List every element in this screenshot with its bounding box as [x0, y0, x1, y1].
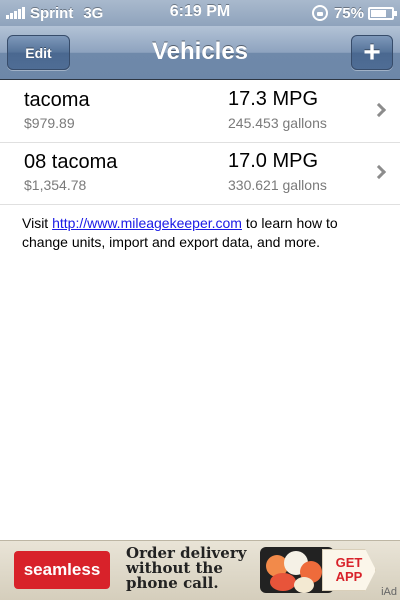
ad-brand-logo: seamless — [14, 551, 110, 589]
battery-percent: 75% — [333, 4, 364, 22]
add-vehicle-button[interactable]: + — [351, 35, 393, 70]
status-right: 75% — [311, 4, 397, 22]
battery-icon — [368, 6, 397, 20]
website-link[interactable]: http://www.mileagekeeper.com — [52, 215, 242, 231]
info-text: Visit http://www.mileagekeeper.com to le… — [22, 214, 382, 252]
rotation-lock-icon — [311, 5, 328, 21]
info-prefix: Visit — [22, 215, 53, 231]
vehicle-name: 08 tacoma — [24, 151, 118, 173]
vehicle-mpg: 17.0 MPG — [228, 150, 319, 172]
vehicle-row[interactable]: 08 tacoma $1,354.78 17.0 MPG 330.621 gal… — [0, 143, 400, 205]
vehicle-cost: $1,354.78 — [24, 177, 87, 193]
iad-label: iAd — [381, 586, 397, 598]
vehicle-gallons: 330.621 gallons — [228, 177, 327, 193]
screen: Sprint 3G 6:19 PM 75% Edit Vehicles + ta… — [0, 0, 400, 600]
get-app-button[interactable]: GET APP — [322, 549, 376, 591]
status-bar: Sprint 3G 6:19 PM 75% — [0, 0, 400, 26]
vehicle-cost: $979.89 — [24, 115, 75, 131]
vehicle-gallons: 245.453 gallons — [228, 115, 327, 131]
navigation-bar: Edit Vehicles + — [0, 26, 400, 80]
cta-line: APP — [335, 569, 363, 584]
ad-headline: Order delivery without the phone call. — [126, 546, 266, 591]
vehicle-name: tacoma — [24, 89, 90, 111]
chevron-right-icon — [371, 102, 387, 118]
vehicle-mpg: 17.3 MPG — [228, 88, 319, 110]
page-title: Vehicles — [151, 38, 249, 65]
chevron-right-icon — [371, 164, 387, 180]
vehicle-row[interactable]: tacoma $979.89 17.3 MPG 245.453 gallons — [0, 81, 400, 143]
cta-line: GET — [335, 555, 363, 570]
vehicle-table: tacoma $979.89 17.3 MPG 245.453 gallons … — [0, 81, 400, 205]
ad-banner[interactable]: seamless Order delivery without the phon… — [0, 540, 400, 600]
ad-line: phone call. — [126, 574, 219, 592]
